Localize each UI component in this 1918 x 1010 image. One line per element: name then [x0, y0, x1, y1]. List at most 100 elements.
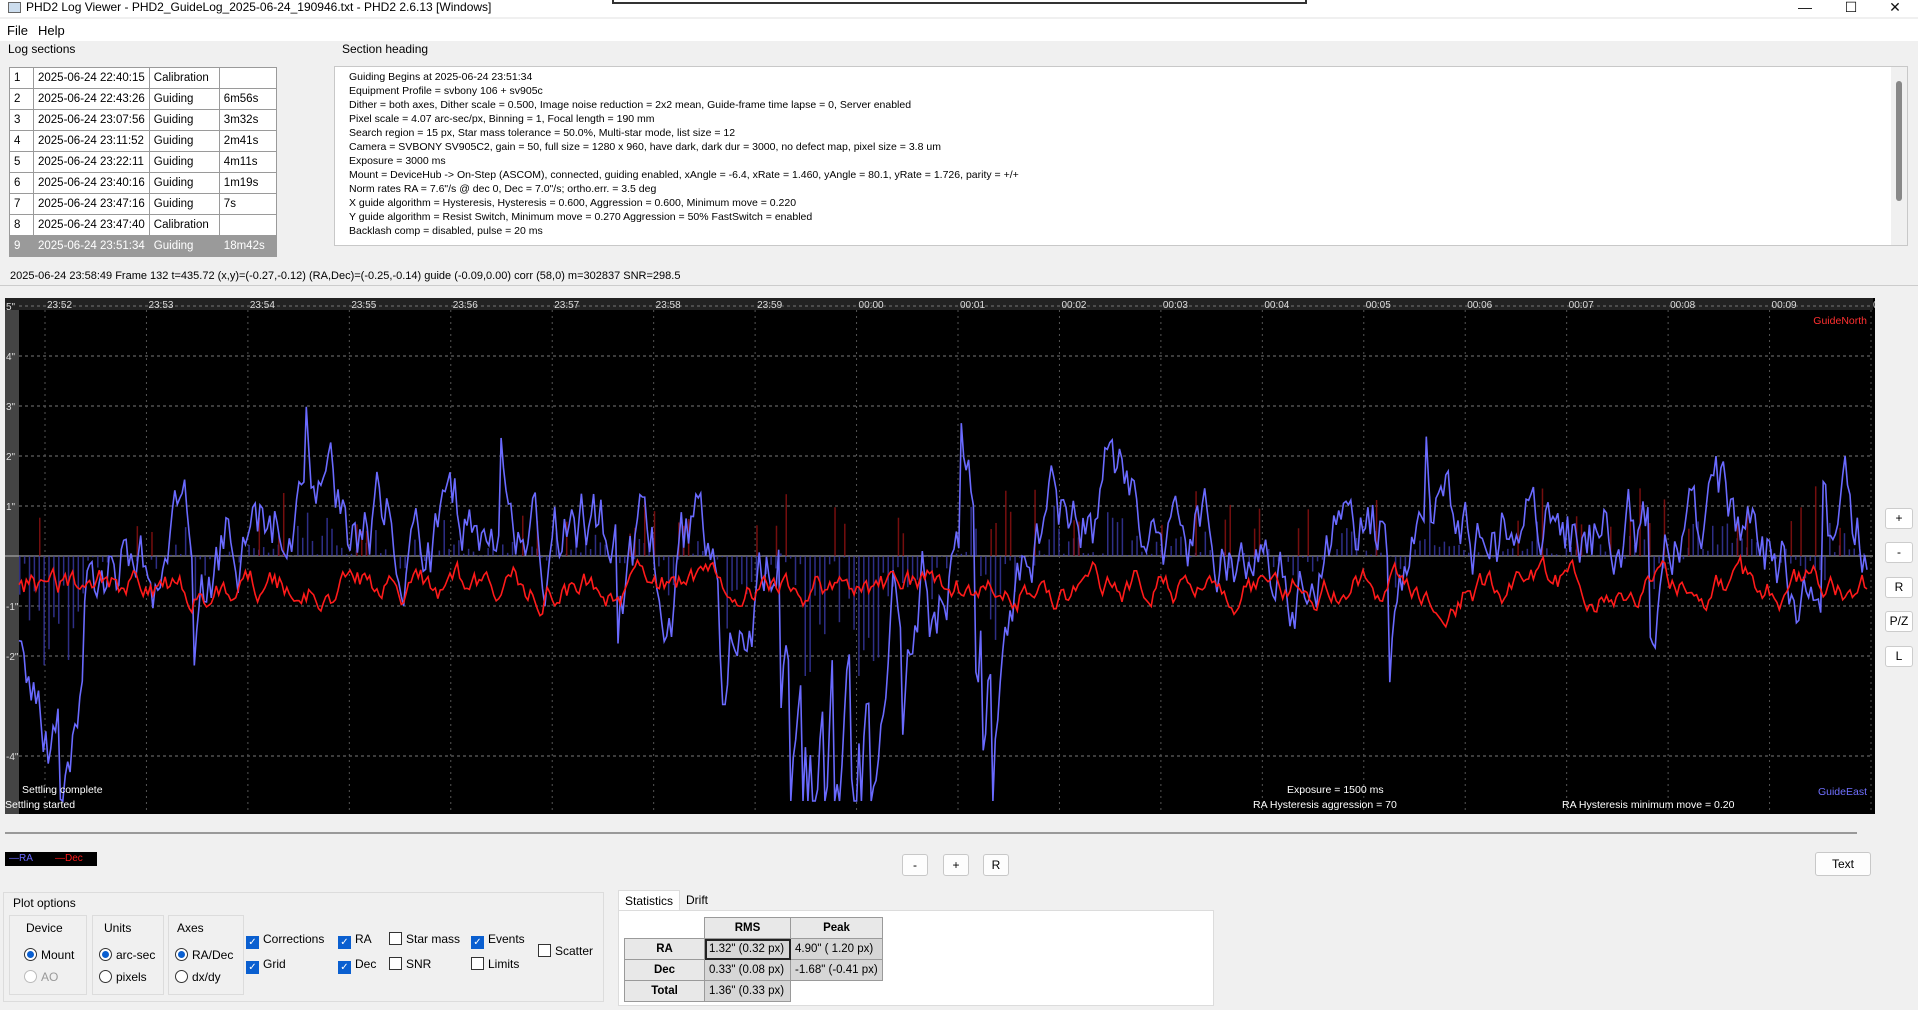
log-section-type: Calibration: [148, 214, 220, 236]
axes-dxdy-radio[interactable]: dx/dy: [175, 970, 221, 984]
menu-help[interactable]: Help: [38, 23, 65, 38]
hzoom-out-button[interactable]: -: [902, 854, 928, 876]
corrections-checkbox[interactable]: ✓ Corrections: [246, 932, 324, 949]
ra-correction-bar: [619, 556, 621, 564]
device-mount-label: Mount: [41, 948, 75, 962]
text-button[interactable]: Text: [1815, 852, 1871, 876]
zoom-in-button[interactable]: +: [1885, 508, 1913, 529]
ra-correction-bar: [941, 556, 943, 557]
ra-correction-bar: [1082, 553, 1085, 556]
stats-total-rms[interactable]: 1.36" (0.33 px): [704, 980, 791, 1002]
device-ao-radio[interactable]: AO: [24, 970, 58, 984]
y-axis-label: -2": [6, 652, 19, 663]
stats-ra-peak[interactable]: 4.90" ( 1.20 px): [790, 938, 883, 960]
ra-correction-bar: [867, 556, 870, 638]
log-section-row[interactable]: 4 2025-06-24 23:11:52 Guiding 2m41s: [9, 130, 277, 152]
ra-correction-bar: [1448, 546, 1451, 556]
hzoom-in-button[interactable]: +: [943, 854, 969, 876]
ra-correction-bar: [19, 556, 21, 595]
exposure-label: Exposure = 1500 ms: [1287, 784, 1384, 796]
dec-correction-bar: [844, 523, 846, 556]
log-section-index: 1: [9, 67, 34, 89]
ra-correction-bar: [1726, 523, 1729, 556]
menu-bar: File Help: [0, 19, 1918, 41]
dec-correction-bar: [1307, 509, 1310, 556]
tab-statistics[interactable]: Statistics: [618, 890, 681, 910]
time-label: 00:09: [1772, 300, 1797, 311]
time-label: 00:07: [1569, 300, 1594, 311]
units-pixels-radio[interactable]: pixels: [99, 970, 147, 984]
events-checkbox[interactable]: ✓ Events: [471, 932, 525, 949]
zoom-out-button[interactable]: -: [1885, 542, 1913, 563]
star-mass-checkbox[interactable]: Star mass: [389, 932, 460, 946]
ra-correction-bar: [506, 552, 509, 556]
l-button[interactable]: L: [1885, 646, 1913, 667]
ra-correction-bar: [877, 556, 880, 658]
pz-button[interactable]: P/Z: [1885, 611, 1913, 632]
maximize-button[interactable]: ☐: [1828, 0, 1874, 16]
close-button[interactable]: ✕: [1872, 0, 1918, 16]
ra-checkbox[interactable]: ✓ RA: [338, 932, 372, 949]
graph-horizontal-scrollbar[interactable]: [5, 832, 1857, 834]
log-section-row[interactable]: 1 2025-06-24 22:40:15 Calibration: [9, 67, 277, 89]
hreset-button[interactable]: R: [983, 854, 1009, 876]
radio-icon: [175, 970, 188, 983]
stats-ra-rms[interactable]: 1.32" (0.32 px): [704, 938, 791, 960]
ra-correction-bar: [223, 554, 226, 556]
device-ao-label: AO: [41, 970, 59, 984]
section-scrollbar[interactable]: [1891, 67, 1907, 245]
stats-header-peak: Peak: [790, 917, 883, 939]
ra-correction-bar: [1107, 512, 1109, 556]
snr-checkbox[interactable]: SNR: [389, 957, 431, 971]
ra-correction-bar: [1326, 556, 1329, 557]
dec-checkbox[interactable]: ✓ Dec: [338, 957, 376, 974]
log-section-row[interactable]: 6 2025-06-24 23:40:16 Guiding 1m19s: [9, 172, 277, 194]
device-group: Device Mount AO: [9, 915, 87, 995]
scatter-checkbox[interactable]: Scatter: [538, 944, 593, 958]
log-section-row[interactable]: 8 2025-06-24 23:47:40 Calibration: [9, 214, 277, 236]
stats-dec-rms[interactable]: 0.33" (0.08 px): [704, 959, 791, 981]
ra-correction-bar: [1755, 542, 1758, 556]
units-arcsec-radio[interactable]: arc-sec: [99, 948, 155, 962]
section-scroll-thumb[interactable]: [1896, 81, 1902, 201]
guide-graph[interactable]: 5" 4" 3" 2" 1" -1" -2" -4" 23:52 23:53 23:54 23:55 2…: [5, 298, 1875, 814]
ra-correction-bar: [936, 556, 938, 568]
log-section-row[interactable]: 7 2025-06-24 23:47:16 Guiding 7s: [9, 193, 277, 215]
stats-dec-peak[interactable]: -1.68" (-0.41 px): [790, 959, 883, 981]
ra-correction-bar: [594, 534, 597, 556]
section-heading-line: Guiding Begins at 2025-06-24 23:51:34: [349, 71, 533, 83]
log-section-row[interactable]: 9 2025-06-24 23:51:34 Guiding 18m42s: [9, 235, 277, 257]
time-label: 23:57: [554, 300, 579, 311]
device-mount-radio[interactable]: Mount: [24, 948, 74, 962]
ra-correction-bar: [497, 555, 499, 556]
dec-correction-bar: [1195, 491, 1197, 556]
menu-file[interactable]: File: [7, 23, 28, 38]
log-section-type: Guiding: [148, 130, 220, 152]
axes-radec-radio[interactable]: RA/Dec: [175, 948, 233, 962]
section-heading-line: Equipment Profile = svbony 106 + sv905c: [349, 85, 543, 97]
grid-checkbox[interactable]: ✓ Grid: [246, 957, 286, 974]
ra-correction-bar: [175, 544, 177, 556]
ra-correction-bar: [67, 556, 70, 661]
log-section-dur: 18m42s: [218, 235, 277, 257]
ra-correction-bar: [1019, 556, 1021, 559]
log-sections-label: Log sections: [8, 42, 76, 56]
log-section-row[interactable]: 5 2025-06-24 23:22:11 Guiding 4m11s: [9, 151, 277, 173]
log-section-row[interactable]: 3 2025-06-24 23:07:56 Guiding 3m32s: [9, 109, 277, 131]
minimize-button[interactable]: —: [1782, 0, 1828, 16]
time-label: 00:03: [1163, 300, 1188, 311]
tab-drift[interactable]: Drift: [680, 890, 714, 910]
units-group: Units arc-sec pixels: [92, 915, 164, 995]
log-section-row[interactable]: 2 2025-06-24 22:43:26 Guiding 6m56s: [9, 88, 277, 110]
ra-correction-bar: [882, 556, 885, 573]
ra-correction-bar: [1790, 556, 1792, 564]
units-label: Units: [104, 921, 132, 935]
statistics-panel: RMS Peak RA 1.32" (0.32 px) 4.90" ( 1.20…: [618, 910, 1214, 1006]
ra-correction-bar: [92, 556, 94, 558]
ra-correction-bar: [570, 549, 572, 556]
ra-correction-bar: [741, 556, 743, 585]
ra-correction-bar: [1043, 554, 1046, 556]
limits-checkbox[interactable]: Limits: [471, 957, 519, 971]
ra-correction-bar: [248, 544, 250, 556]
reset-button[interactable]: R: [1885, 577, 1913, 598]
